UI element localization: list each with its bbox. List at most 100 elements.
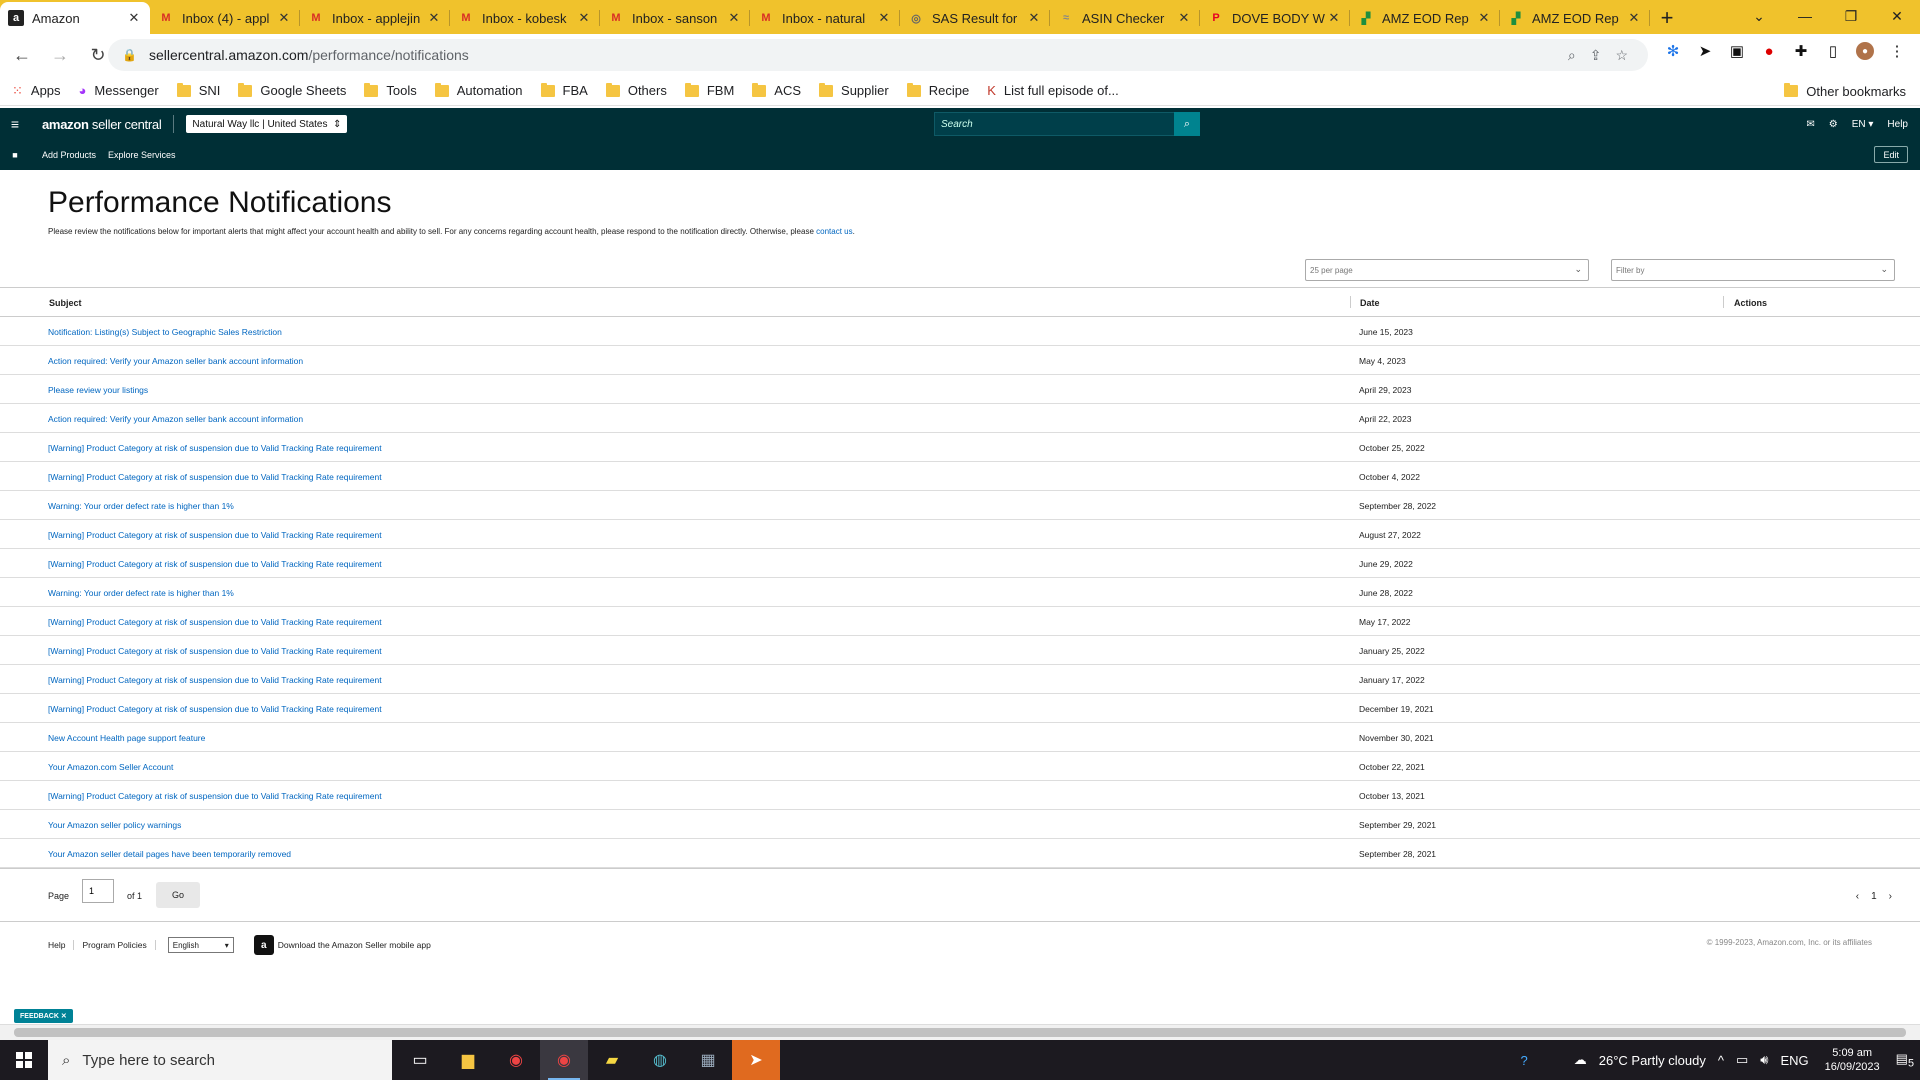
new-tab-button[interactable]: + <box>1650 2 1684 34</box>
close-tab-icon[interactable]: ✕ <box>1026 10 1042 26</box>
close-tab-icon[interactable]: ✕ <box>876 10 892 26</box>
other-bookmarks[interactable]: Other bookmarks <box>1784 76 1906 106</box>
page-number-input[interactable] <box>82 879 114 903</box>
help-icon[interactable]: ? <box>1521 1053 1528 1068</box>
download-app-link[interactable]: Download the Amazon Seller mobile app <box>278 940 431 950</box>
keyboard-language[interactable]: ENG <box>1780 1053 1808 1068</box>
browser-tab[interactable]: M Inbox - applejin ✕ <box>300 2 450 34</box>
browser-tab[interactable]: ▞ AMZ EOD Rep ✕ <box>1350 2 1500 34</box>
clock[interactable]: 5:09 am 16/09/2023 <box>1825 1046 1880 1074</box>
extension-icon[interactable]: ▣ <box>1728 42 1746 60</box>
file-explorer-icon[interactable]: ▆ <box>444 1040 492 1080</box>
minimize-icon[interactable]: — <box>1782 0 1828 32</box>
filter-select[interactable]: Filter by ⌄ <box>1611 259 1895 281</box>
bookmark-item[interactable]: Supplier <box>819 82 889 98</box>
browser-tab[interactable]: M Inbox - kobesk ✕ <box>450 2 600 34</box>
store-selector[interactable]: Natural Way llc | United States ⇕ <box>186 115 348 133</box>
current-page[interactable]: 1 <box>1871 891 1877 902</box>
tab-search-icon[interactable]: ⌄ <box>1736 0 1782 32</box>
scrollbar-thumb[interactable] <box>14 1028 1906 1037</box>
profile-avatar[interactable]: ● <box>1856 42 1874 60</box>
help-link[interactable]: Help <box>1887 119 1908 130</box>
close-tab-icon[interactable]: ✕ <box>126 10 142 26</box>
bookmark-item[interactable]: FBM <box>684 82 734 98</box>
volume-icon[interactable]: 🔊︎ <box>1760 1052 1768 1068</box>
notification-icon[interactable]: ▤5 <box>1896 1051 1914 1070</box>
sticky-notes-icon[interactable]: ▰ <box>588 1040 636 1080</box>
browser-tab[interactable]: P DOVE BODY W ✕ <box>1200 2 1350 34</box>
taskbar-search-input[interactable]: ⌕ Type here to search <box>48 1040 392 1080</box>
extension-icon[interactable]: ✻ <box>1664 42 1682 60</box>
add-products-link[interactable]: Add Products <box>42 150 96 160</box>
notification-subject-link[interactable]: [Warning] Product Category at risk of su… <box>48 791 382 801</box>
bookmark-icon[interactable]: ■ <box>0 150 30 160</box>
extension-icon[interactable]: ➤ <box>1696 42 1714 60</box>
mail-icon[interactable]: ✉ <box>1806 119 1814 130</box>
browser-tab[interactable]: ◎ SAS Result for ✕ <box>900 2 1050 34</box>
notification-subject-link[interactable]: Action required: Verify your Amazon sell… <box>48 414 303 424</box>
notification-subject-link[interactable]: [Warning] Product Category at risk of su… <box>48 472 382 482</box>
close-tab-icon[interactable]: ✕ <box>726 10 742 26</box>
back-icon[interactable]: ← <box>6 39 38 71</box>
close-tab-icon[interactable]: ✕ <box>1476 10 1492 26</box>
notification-subject-link[interactable]: [Warning] Product Category at risk of su… <box>48 443 382 453</box>
footer-program-policies-link[interactable]: Program Policies <box>74 940 156 950</box>
share-icon[interactable]: ⇪ <box>1590 47 1602 64</box>
bookmark-item[interactable]: ◕ Messenger <box>79 83 159 98</box>
feedback-button[interactable]: FEEDBACK ✕ <box>14 1009 73 1023</box>
notification-subject-link[interactable]: [Warning] Product Category at risk of su… <box>48 559 382 569</box>
task-view-icon[interactable]: ▭ <box>396 1040 444 1080</box>
notification-subject-link[interactable]: New Account Health page support feature <box>48 733 205 743</box>
windows-start-icon[interactable] <box>0 1040 48 1080</box>
bookmark-star-icon[interactable]: ☆ <box>1615 47 1628 64</box>
messaging-app-icon[interactable]: ◍ <box>636 1040 684 1080</box>
search-icon[interactable]: ⌕ <box>1174 112 1200 136</box>
restore-icon[interactable]: ❐ <box>1828 0 1874 32</box>
close-tab-icon[interactable]: ✕ <box>576 10 592 26</box>
notification-subject-link[interactable]: Please review your listings <box>48 385 148 395</box>
chrome-icon[interactable]: ◉ <box>492 1040 540 1080</box>
bookmark-item[interactable]: SNI <box>176 82 220 98</box>
notification-subject-link[interactable]: [Warning] Product Category at risk of su… <box>48 646 382 656</box>
gear-icon[interactable]: ⚙ <box>1829 119 1838 130</box>
close-tab-icon[interactable]: ✕ <box>1176 10 1192 26</box>
side-panel-icon[interactable]: ▯ <box>1824 42 1842 60</box>
bookmark-item[interactable]: Automation <box>434 82 523 98</box>
edit-nav-button[interactable]: Edit <box>1874 146 1908 163</box>
hamburger-menu-icon[interactable]: ≡ <box>0 116 30 132</box>
browser-tab[interactable]: M Inbox (4) - appl ✕ <box>150 2 300 34</box>
per-page-select[interactable]: 25 per page ⌄ <box>1305 259 1589 281</box>
notification-subject-link[interactable]: Your Amazon seller policy warnings <box>48 820 181 830</box>
close-tab-icon[interactable]: ✕ <box>276 10 292 26</box>
contact-us-link[interactable]: contact us <box>816 227 852 236</box>
chrome-profile-icon[interactable]: ◉ <box>540 1040 588 1080</box>
browser-tab[interactable]: M Inbox - sanson ✕ <box>600 2 750 34</box>
close-window-icon[interactable]: ✕ <box>1874 0 1920 32</box>
kebab-menu-icon[interactable]: ⋮ <box>1888 42 1906 60</box>
notification-subject-link[interactable]: Warning: Your order defect rate is highe… <box>48 588 234 598</box>
subject-column-header[interactable]: Subject <box>49 298 82 308</box>
calculator-icon[interactable]: ▦ <box>684 1040 732 1080</box>
bookmark-item[interactable]: Others <box>605 82 667 98</box>
bookmark-item[interactable]: ⁙ Apps <box>12 83 61 99</box>
bookmark-item[interactable]: Tools <box>364 82 417 98</box>
seller-search-input[interactable]: Search ⌕ <box>934 112 1200 136</box>
language-selector[interactable]: EN ▾ <box>1852 119 1874 130</box>
notification-subject-link[interactable]: Warning: Your order defect rate is highe… <box>48 501 234 511</box>
bookmark-item[interactable]: Recipe <box>906 82 969 98</box>
extension-icon[interactable]: ● <box>1760 42 1778 60</box>
explore-services-link[interactable]: Explore Services <box>108 150 176 160</box>
browser-tab[interactable]: ≈ ASIN Checker ✕ <box>1050 2 1200 34</box>
seller-central-logo[interactable]: amazon seller central <box>42 117 162 132</box>
browser-tab[interactable]: a Amazon ✕ <box>0 2 150 34</box>
footer-language-select[interactable]: English ▾ <box>167 937 234 953</box>
notification-subject-link[interactable]: [Warning] Product Category at risk of su… <box>48 617 382 627</box>
zoom-search-icon[interactable]: ⌕ <box>1568 47 1576 64</box>
chevron-right-icon[interactable]: › <box>1889 891 1892 902</box>
chevron-left-icon[interactable]: ‹ <box>1856 891 1859 902</box>
address-bar[interactable]: 🔒 sellercentral.amazon.com/performance/n… <box>108 39 1648 71</box>
weather-text[interactable]: 26°C Partly cloudy <box>1599 1053 1706 1068</box>
notification-subject-link[interactable]: Your Amazon seller detail pages have bee… <box>48 849 291 859</box>
puzzle-icon[interactable]: ✚ <box>1792 42 1810 60</box>
bookmark-item[interactable]: ACS <box>752 82 801 98</box>
